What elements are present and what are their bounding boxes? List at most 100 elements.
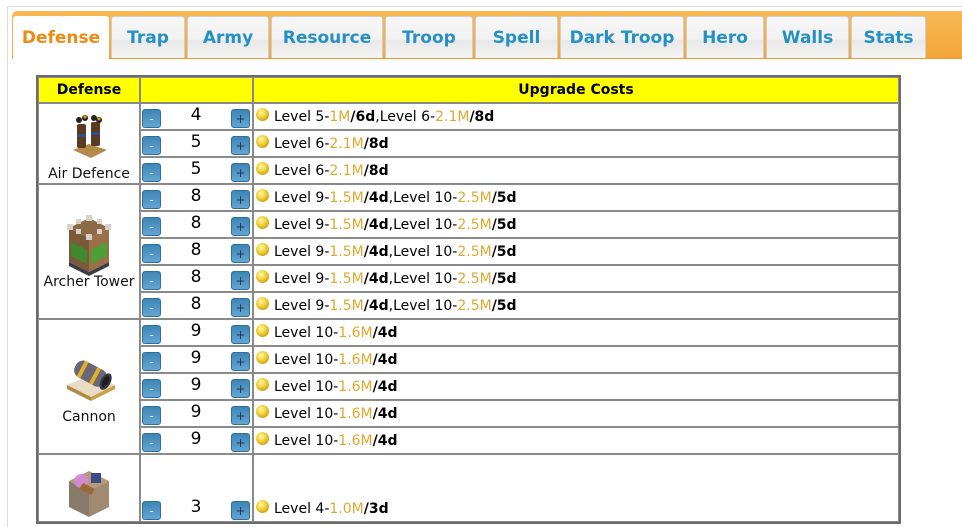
increment-button[interactable]: + [230,298,250,317]
level-control-cell: - 8 + [140,292,253,319]
table-row: - 8 + Level 9- 1.5M/4d, Level 10- 2.5M/5d [38,292,899,319]
increment-button[interactable]: + [230,244,250,263]
header-upgrade-costs: Upgrade Costs [253,77,899,103]
building-cell: Cannon [38,319,140,454]
decrement-button[interactable]: - [142,163,161,182]
decrement-button[interactable]: - [142,244,161,263]
level-control-cell: - 8 + [140,265,253,292]
gold-amount: 1.6M [338,378,373,395]
gold-coin-icon [256,431,269,445]
decrement-button[interactable]: - [142,217,161,236]
upgrade-level: Level 10- [274,378,339,395]
tab-walls[interactable]: Walls [766,16,849,58]
level-control-cell: - 8 + [140,238,253,265]
tab-hero[interactable]: Hero [686,16,764,58]
tab-bar: Defense Trap Army Resource Troop Spell Dark Tr… [12,11,962,59]
upgrade-time: /5d [491,270,517,287]
increment-button[interactable]: + [230,379,250,398]
increment-button[interactable]: + [230,190,250,209]
upgrade-cost-cell: Level 10- 1.6M/4d [253,427,899,454]
decrement-button[interactable]: - [142,271,161,290]
upgrade-cost-cell: Level 10- 1.6M/4d [253,400,899,427]
gold-coin-icon [256,215,269,229]
decrement-button[interactable]: - [142,433,161,452]
level-control-cell: - 5 + [140,130,253,157]
table-row: -9 + Level 10- 1.6M/4d [38,373,899,400]
gold-coin-icon [256,161,269,175]
gold-amount: 2.5M [457,216,492,233]
tab-stats[interactable]: Stats [851,16,926,58]
level-count: 5 [190,158,202,179]
decrement-button[interactable]: - [142,190,161,209]
upgrade-level: Level 6- [274,162,330,179]
gold-coin-icon [256,377,269,391]
header-defense: Defense [38,77,140,103]
table-row: - 8 + Level 9- 1.5M/4d, Level 10- 2.5M/5d [38,211,899,238]
level-count: 4 [190,104,202,125]
upgrade-level: Level 4- [274,500,330,517]
upgrade-level: Level 10- [274,351,339,368]
decrement-button[interactable]: - [142,109,161,128]
upgrade-cost-cell: Level 4- 1.0M/3d [253,454,899,522]
increment-button[interactable]: + [230,325,250,344]
upgrade-level: Level 10- [274,324,339,341]
gold-amount: 2.5M [457,297,492,314]
upgrade-cost-cell: Level 6- 2.1M/8d [253,157,899,184]
tab-resource[interactable]: Resource [271,16,383,58]
upgrade-cost-cell: Level 5- 1M/6d, Level 6- 2.1M/8d [253,103,899,130]
increment-button[interactable]: + [230,406,250,425]
increment-button[interactable]: + [230,217,250,236]
table-row: - 9 + Level 10- 1.6M/4d [38,346,899,373]
upgrade-level: Level 9- [274,297,330,314]
table-row: Cannon -9 + Level 10- 1.6M/4d [38,319,899,454]
decrement-button[interactable]: - [142,298,161,317]
table-row: -9 + Level 10- 1.6M/4d [38,427,899,454]
gold-amount: 1.6M [338,432,373,449]
building-cell [38,454,140,522]
gold-amount: 2.1M [435,108,470,125]
table-row: -3 + Level 4- 1.0M/3d [38,454,899,522]
upgrade-level: Level 5- [274,108,330,125]
table-row: -9 + Level 10- 1.6M/4d [38,400,899,427]
table-row: - 8 + Level 9- 1.5M/4d, Level 10- 2.5M/5d [38,238,899,265]
level-count: 3 [190,496,202,517]
gold-amount: 1.5M [329,189,364,206]
increment-button[interactable]: + [230,109,250,128]
upgrade-level: Level 9- [274,216,330,233]
gold-amount: 1.5M [329,270,364,287]
gold-coin-icon [256,323,269,337]
gold-amount: 1.5M [329,216,364,233]
wizard-tower-icon [61,461,117,517]
upgrade-time: /4d [372,351,398,368]
level-count: 9 [190,347,202,368]
level-count: 8 [190,185,202,206]
tab-trap[interactable]: Trap [111,16,185,58]
decrement-button[interactable]: - [142,325,161,344]
increment-button[interactable]: + [230,136,250,155]
level-control-cell: - 9 + [140,373,253,400]
tab-spell[interactable]: Spell [475,16,558,58]
level-count: 9 [190,374,202,395]
decrement-button[interactable]: - [142,406,161,425]
tab-defense[interactable]: Defense [13,16,109,59]
upgrade-cost-cell: Level 9- 1.5M/4d, Level 10- 2.5M/5d [253,184,899,211]
header-controls [140,77,253,103]
tab-army[interactable]: Army [187,16,269,58]
upgrade-level: Level 6- [274,135,330,152]
gold-amount: 1.6M [338,351,373,368]
tab-dark-troop[interactable]: Dark Troop [560,16,684,58]
gold-amount: 2.5M [457,189,492,206]
level-control-cell: - 4 + [140,103,253,130]
level-count: 9 [190,320,202,341]
decrement-button[interactable]: - [142,352,161,371]
increment-button[interactable]: + [230,433,250,452]
level-count: 8 [190,239,202,260]
increment-button[interactable]: + [230,271,250,290]
increment-button[interactable]: + [230,163,250,182]
upgrade-level: Level 10- [274,432,339,449]
gold-amount: 2.1M [329,135,364,152]
decrement-button[interactable]: - [142,379,161,398]
tab-troop[interactable]: Troop [385,16,473,58]
decrement-button[interactable]: - [142,136,161,155]
increment-button[interactable]: + [230,352,250,371]
